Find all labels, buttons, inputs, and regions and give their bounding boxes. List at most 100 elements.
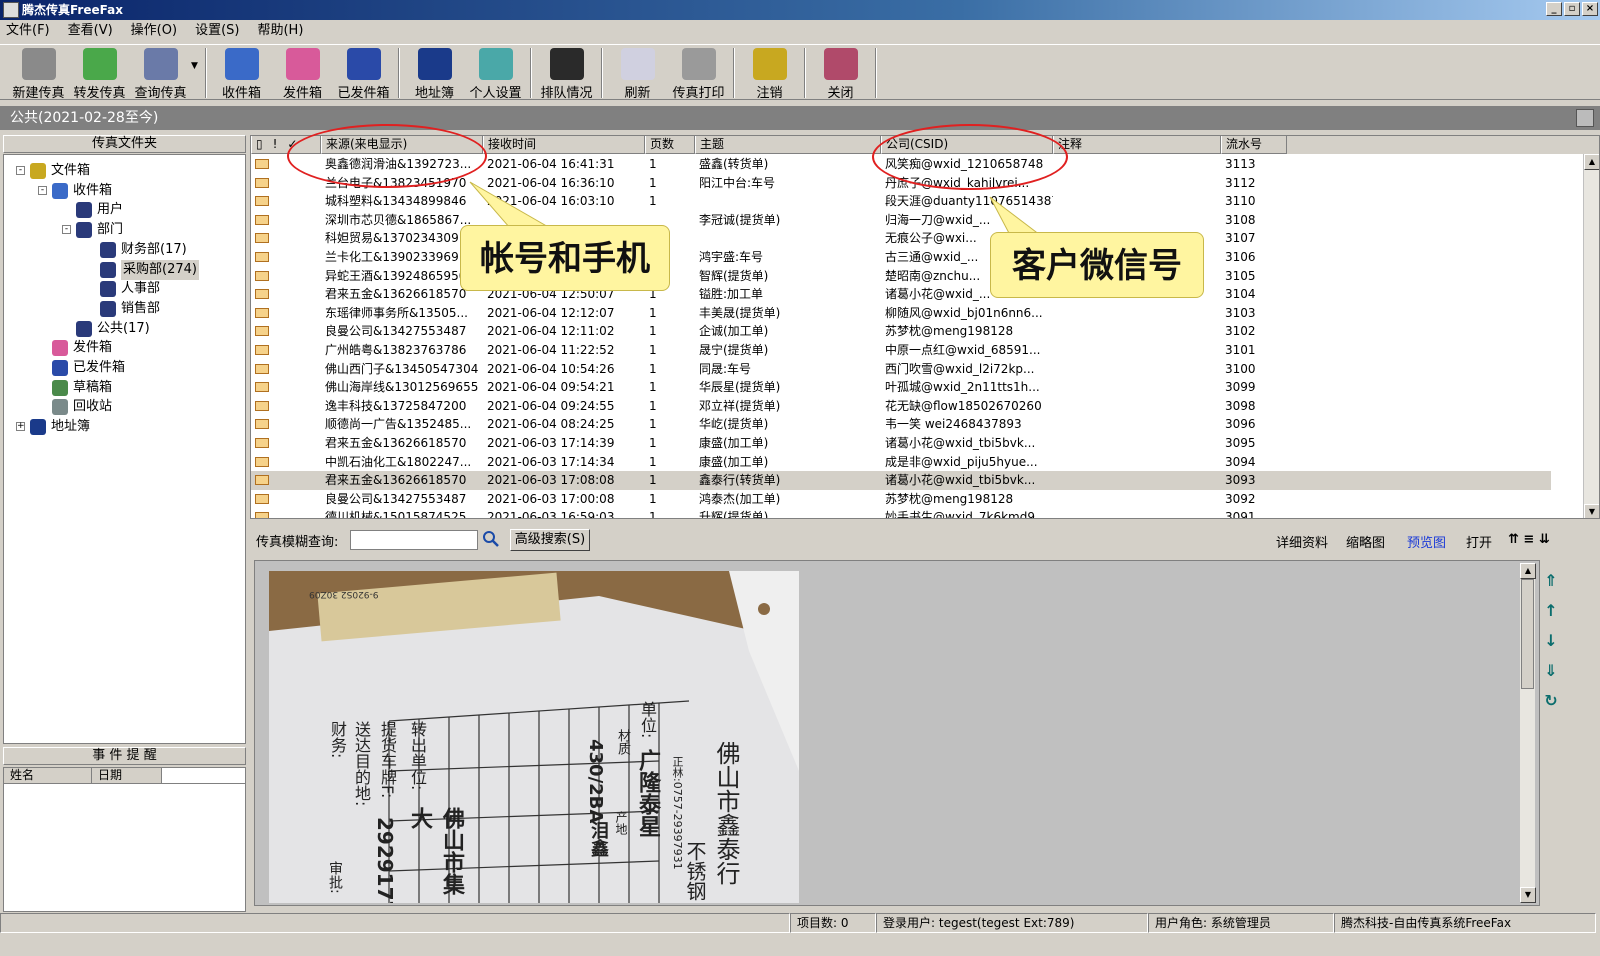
table-row[interactable]: 良曼公司&13427553487 2021-06-03 17:00:08 1 鸿泰杰(…: [251, 490, 1551, 509]
toolbar-button-4-0[interactable]: 刷新: [607, 45, 668, 101]
scroll-up-icon[interactable]: ▲: [1584, 154, 1599, 170]
attach-col-icon[interactable]: ▯: [256, 136, 263, 153]
tree-node[interactable]: 地址簿: [30, 417, 90, 437]
toolbar-button-3-0[interactable]: 排队情况: [536, 45, 597, 101]
table-row[interactable]: 佛山西门子&13450547304 2021-06-04 10:54:26 1 同晟:…: [251, 360, 1551, 379]
tree-node[interactable]: 回收站: [52, 397, 112, 417]
toolbar-label: 注销: [756, 86, 783, 101]
menu-item-1[interactable]: 查看(V): [68, 20, 113, 42]
table-row[interactable]: 广州皓粤&13823763786 2021-06-04 11:22:52 1 晟宁(提…: [251, 341, 1551, 360]
table-cell: 逸丰科技&13725847200: [325, 398, 467, 413]
toolbar-label: 发件箱: [282, 86, 322, 101]
tree-expander-icon[interactable]: -: [62, 225, 71, 235]
fax-finance-label: 财务:: [328, 721, 347, 759]
toolbar-button-5-0[interactable]: 注销: [739, 45, 800, 101]
toolbar-button-4-1[interactable]: 传真打印: [668, 45, 729, 101]
last-page-icon[interactable]: ⇓: [1540, 660, 1562, 682]
table-row[interactable]: 君来五金&13626618570 2021-06-03 17:08:08 1 鑫泰行(…: [251, 471, 1551, 490]
tree-node[interactable]: 财务部(17): [100, 240, 187, 260]
table-row[interactable]: 兰卡化工&13902339691 鸿宇盛:车号 古三通@wxid_... 3106: [251, 248, 1551, 267]
table-row[interactable]: 中凯石油化工&1802247... 2021-06-03 17:14:34 1 康盛(…: [251, 453, 1551, 472]
scroll-down-icon[interactable]: ▼: [1584, 504, 1599, 518]
tree-node[interactable]: 发件箱: [52, 338, 112, 358]
forward-fax-icon: [82, 48, 117, 80]
preview-scroll-up-icon[interactable]: ▲: [1520, 563, 1536, 579]
table-row[interactable]: 良曼公司&13427553487 2021-06-04 12:11:02 1 企诚(加…: [251, 322, 1551, 341]
tree-node[interactable]: 已发件箱: [52, 358, 125, 378]
table-cell: 3107: [1225, 231, 1256, 246]
tree-node[interactable]: 采购部(274): [100, 259, 199, 280]
preview-scroll-thumb[interactable]: [1521, 579, 1534, 689]
event-col-date[interactable]: 日期: [92, 768, 162, 783]
layout-buttons-icon[interactable]: ⇈ ≡ ⇊: [1508, 532, 1550, 547]
toolbar-button-1-1[interactable]: 发件箱: [272, 45, 333, 101]
tree-node-label: 回收站: [73, 399, 113, 415]
preview-scroll-down-icon[interactable]: ▼: [1520, 887, 1536, 903]
event-col-name[interactable]: 姓名: [4, 768, 92, 783]
tree-node[interactable]: 收件箱: [52, 181, 112, 201]
tree-node[interactable]: 文件箱: [30, 161, 90, 181]
toolbar-button-1-0[interactable]: 收件箱: [211, 45, 272, 101]
tab-thumbnail[interactable]: 缩略图: [1346, 532, 1385, 551]
tab-open[interactable]: 打开: [1466, 532, 1492, 551]
fax-origin-label: 产地: [614, 811, 628, 835]
table-row[interactable]: 君来五金&13626618570 2021-06-03 17:14:39 1 康盛(加…: [251, 434, 1551, 453]
toolbar-button-2-1[interactable]: 个人设置: [465, 45, 526, 101]
toolbar-button-0-0[interactable]: 新建传真: [8, 45, 69, 101]
advanced-search-button[interactable]: 高级搜索(S): [510, 529, 590, 551]
menu-item-4[interactable]: 帮助(H): [257, 20, 303, 42]
toolbar-button-0-1[interactable]: 转发传真: [69, 45, 130, 101]
toolbar-button-1-2[interactable]: 已发件箱: [333, 45, 394, 101]
table-cell: 2021-06-04 09:24:55: [487, 398, 615, 413]
table-row[interactable]: 佛山海岸线&13012569655 2021-06-04 09:54:21 1 华辰星…: [251, 378, 1551, 397]
column-header[interactable]: 流水号: [1221, 136, 1287, 154]
list-scrollbar[interactable]: ▲ ▼: [1583, 154, 1599, 518]
tree-expander-icon[interactable]: -: [16, 166, 25, 175]
tree-node[interactable]: 销售部: [100, 299, 160, 319]
menu-item-2[interactable]: 操作(O): [131, 20, 177, 42]
toolbar-button-0-2[interactable]: 查询传真: [130, 45, 191, 101]
menu-item-0[interactable]: 文件(F): [6, 20, 50, 42]
envelope-icon: [255, 382, 269, 393]
table-row[interactable]: 异蛇王酒&13924865950 智辉(提货单) 楚昭南@znchu... 3105: [251, 267, 1551, 286]
column-header[interactable]: 页数: [645, 136, 695, 154]
rotate-icon[interactable]: ↻: [1540, 690, 1562, 712]
search-icon[interactable]: [482, 530, 500, 548]
toolbar-button-2-0[interactable]: 地址簿: [404, 45, 465, 101]
minimize-button[interactable]: _: [1546, 2, 1562, 16]
column-header[interactable]: 主题: [695, 136, 881, 154]
envelope-icon: [255, 214, 269, 225]
tree-node[interactable]: 用户: [76, 200, 123, 220]
table-row[interactable]: 德川机械&15015874525 2021-06-03 16:59:03 1 升辉(提…: [251, 508, 1551, 519]
table-row[interactable]: 逸丰科技&13725847200 2021-06-04 09:24:55 1 邓立祥(…: [251, 397, 1551, 416]
next-page-icon[interactable]: ↓: [1540, 630, 1562, 652]
table-row[interactable]: 顺德尚一广告&1352485... 2021-06-04 08:24:25 1 华屹(…: [251, 415, 1551, 434]
first-page-icon[interactable]: ⇑: [1540, 570, 1562, 592]
column-header[interactable]: 注释: [1053, 136, 1221, 154]
tab-details[interactable]: 详细资料: [1276, 532, 1328, 551]
search-input[interactable]: [350, 530, 478, 550]
query-dropdown-icon[interactable]: ▼: [191, 61, 201, 71]
column-header[interactable]: 接收时间: [483, 136, 645, 154]
table-cell: 1: [649, 305, 657, 320]
layout-toggle-icon[interactable]: [1576, 109, 1594, 127]
search-bar: 传真模糊查询: 高级搜索(S) 详细资料 缩略图 预览图 打开 ⇈ ≡ ⇊: [250, 525, 1600, 555]
tree-expander-icon[interactable]: -: [38, 185, 47, 195]
table-row[interactable]: 东瑶律师事务所&13505... 2021-06-04 12:12:07 1 丰美晟(…: [251, 304, 1551, 323]
toolbar-button-6-0[interactable]: 关闭: [810, 45, 871, 101]
tree-node[interactable]: 草稿箱: [52, 378, 112, 398]
maximize-button[interactable]: ▫: [1564, 2, 1580, 16]
tree-expander-icon[interactable]: +: [16, 422, 25, 432]
preview-scrollbar[interactable]: ▲ ▼: [1519, 563, 1536, 903]
table-row[interactable]: 君来五金&13626618570 2021-06-04 12:50:07 1 镒胜:加…: [251, 285, 1551, 304]
prev-page-icon[interactable]: ↑: [1540, 600, 1562, 622]
tree-node[interactable]: 部门: [76, 220, 123, 240]
table-cell: 苏梦枕@meng198128: [885, 491, 1014, 506]
priority-col-icon[interactable]: !: [273, 136, 278, 153]
close-window-button[interactable]: ×: [1582, 2, 1598, 16]
table-cell: 德川机械&15015874525: [325, 510, 467, 519]
tree-node[interactable]: 公共(17): [76, 319, 150, 339]
tab-preview[interactable]: 预览图: [1407, 532, 1446, 551]
tree-node[interactable]: 人事部: [100, 279, 160, 299]
menu-item-3[interactable]: 设置(S): [195, 20, 239, 42]
